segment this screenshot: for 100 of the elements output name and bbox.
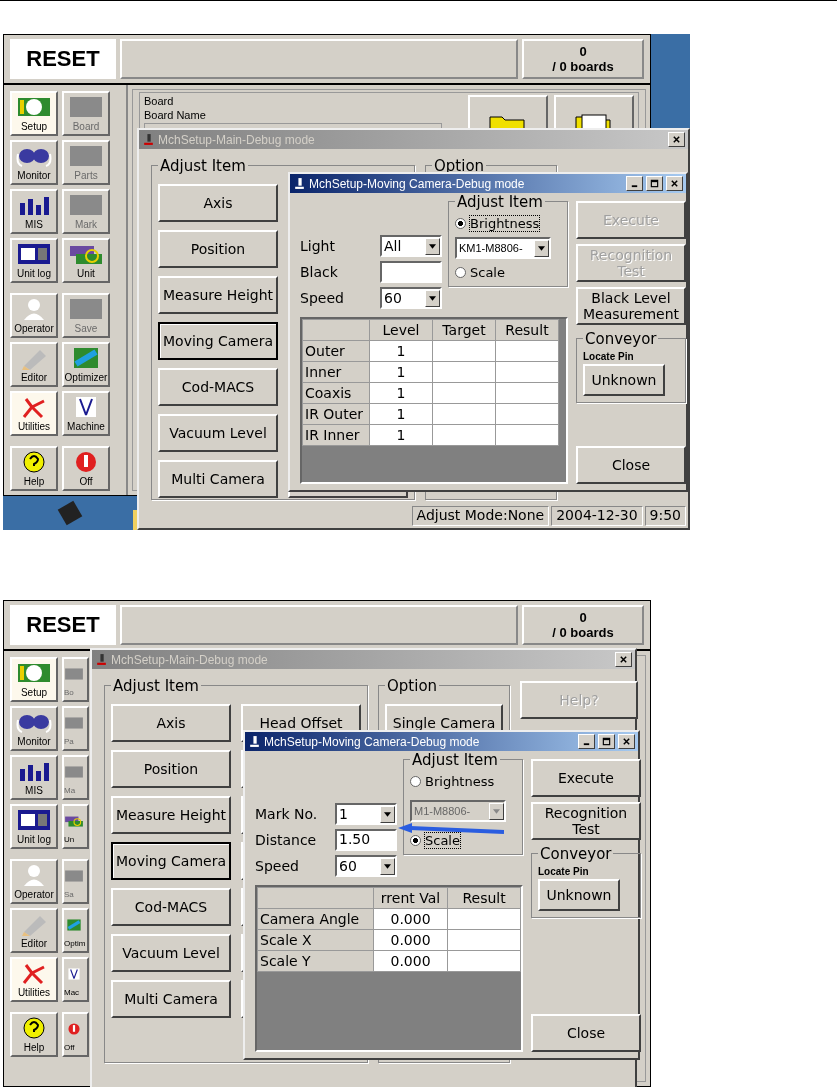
adjust-item-button[interactable]: Vacuum Level: [111, 934, 231, 972]
sidebar-button[interactable]: Un: [62, 804, 89, 849]
field-label: Black: [300, 264, 339, 280]
reset-button[interactable]: RESET: [10, 605, 116, 645]
locate-pin-button[interactable]: Unknown: [583, 364, 665, 396]
sidebar-button[interactable]: Operator: [10, 293, 58, 338]
close-button[interactable]: [666, 176, 683, 191]
window-title: MchSetup-Moving Camera-Debug mode: [309, 176, 525, 191]
sidebar-button[interactable]: Editor: [10, 342, 58, 387]
close-button[interactable]: Close: [531, 1014, 641, 1052]
sidebar-button[interactable]: Off: [62, 1012, 89, 1057]
row-header: Outer: [302, 340, 370, 362]
adjust-item-button[interactable]: Multi Camera: [111, 980, 231, 1018]
table-cell: 0.000: [373, 908, 448, 930]
adjust-item-button[interactable]: Measure Height: [158, 276, 278, 314]
action-button[interactable]: Recognition Test: [531, 802, 641, 840]
sidebar-button[interactable]: Editor: [10, 908, 58, 953]
sidebar-button[interactable]: Unit log: [10, 238, 58, 283]
adjust-item-button[interactable]: Moving Camera: [111, 842, 231, 880]
screen-icon: [16, 808, 52, 832]
caret-icon: [429, 243, 436, 249]
close-button[interactable]: [618, 734, 635, 749]
field-label: Distance: [255, 832, 318, 848]
placeholder-icon: [68, 297, 104, 321]
sidebar-button[interactable]: Help: [10, 446, 58, 491]
adjust-item-button[interactable]: Measure Height: [111, 796, 231, 834]
field-label: Mark No.: [255, 806, 319, 822]
field-label: Speed: [300, 290, 345, 306]
placeholder-icon: [68, 95, 104, 119]
table-cell: 1: [369, 403, 433, 425]
board-total: / 0 boards: [552, 625, 614, 640]
input-field[interactable]: 1.50: [335, 829, 397, 851]
sidebar-button[interactable]: Optimizer: [62, 342, 110, 387]
row-header: IR Inner: [302, 424, 370, 446]
locate-pin-button[interactable]: Unknown: [538, 879, 620, 911]
minimize-button[interactable]: [626, 176, 643, 191]
input-field[interactable]: [380, 261, 442, 283]
dropdown[interactable]: All: [380, 235, 442, 257]
radio-button[interactable]: Scale: [455, 265, 561, 280]
microscope-icon: [142, 133, 155, 146]
field-label: Speed: [255, 858, 300, 874]
sidebar-button[interactable]: Unit: [62, 238, 110, 283]
caret-icon: [429, 295, 436, 301]
sidebar-button[interactable]: Monitor: [10, 140, 58, 185]
board-icon: [16, 95, 52, 119]
close-button[interactable]: [615, 652, 632, 667]
adjust-item-button[interactable]: Axis: [111, 704, 231, 742]
sidebar-button[interactable]: Utilities: [10, 391, 58, 436]
dropdown[interactable]: KM1-M8806-: [455, 237, 551, 259]
adjust-item-button[interactable]: Moving Camera: [158, 322, 278, 360]
close-button[interactable]: [668, 132, 685, 147]
group-title: Conveyor: [583, 330, 659, 348]
caret-icon: [384, 811, 391, 817]
minimize-button[interactable]: [578, 734, 595, 749]
adjust-item-button[interactable]: Vacuum Level: [158, 414, 278, 452]
sidebar-button[interactable]: Unit log: [10, 804, 58, 849]
dropdown[interactable]: 60: [380, 287, 442, 309]
sidebar-button[interactable]: Utilities: [10, 957, 58, 1002]
radio-button[interactable]: Scale: [410, 833, 516, 848]
adjust-item-button[interactable]: Cod-MACS: [111, 888, 231, 926]
action-button[interactable]: Execute: [531, 759, 641, 797]
reset-button[interactable]: RESET: [10, 39, 116, 79]
radio-button[interactable]: Brightness: [410, 774, 516, 789]
caret-icon: [384, 863, 391, 869]
sidebar-button[interactable]: Setup: [10, 91, 58, 136]
field-label: Board Name: [144, 109, 207, 121]
row-header: Scale Y: [257, 950, 374, 972]
radio-button[interactable]: Brightness: [455, 216, 561, 231]
table-cell: 1: [369, 382, 433, 404]
dropdown[interactable]: 60: [335, 855, 397, 877]
field-label: Locate Pin: [538, 866, 589, 877]
adjust-item-button[interactable]: Multi Camera: [158, 460, 278, 498]
sidebar-button[interactable]: Mac: [62, 957, 89, 1002]
sidebar-button[interactable]: Help: [10, 1012, 58, 1057]
row-header: Scale X: [257, 929, 374, 951]
adjust-item-button[interactable]: Cod-MACS: [158, 368, 278, 406]
column-header: Result: [495, 319, 559, 341]
sidebar-button[interactable]: Optim: [62, 908, 89, 953]
group-title: Adjust Item: [455, 193, 545, 211]
maximize-button[interactable]: [646, 176, 663, 191]
sidebar-button[interactable]: MIS: [10, 755, 58, 800]
close-icon: [619, 655, 628, 664]
dropdown[interactable]: 1: [335, 803, 397, 825]
board-count: 0: [579, 44, 587, 59]
adjust-item-button[interactable]: Position: [158, 230, 278, 268]
close-button[interactable]: Close: [576, 446, 686, 484]
sidebar-button[interactable]: Machine: [62, 391, 110, 436]
sidebar-button[interactable]: Operator: [10, 859, 58, 904]
sidebar-button[interactable]: Off: [62, 446, 110, 491]
action-button[interactable]: Black Level Measurement: [576, 287, 686, 325]
adjust-item-button[interactable]: Position: [111, 750, 231, 788]
placeholder-icon: [68, 193, 104, 217]
adjust-item-button[interactable]: Axis: [158, 184, 278, 222]
sidebar-button[interactable]: MIS: [10, 189, 58, 234]
maximize-button[interactable]: [598, 734, 615, 749]
table-cell: 1: [369, 361, 433, 383]
sidebar-button[interactable]: Monitor: [10, 706, 58, 751]
row-header: Coaxis: [302, 382, 370, 404]
window-title: MchSetup-Main-Debug mode: [111, 652, 268, 667]
sidebar-button[interactable]: Setup: [10, 657, 58, 702]
